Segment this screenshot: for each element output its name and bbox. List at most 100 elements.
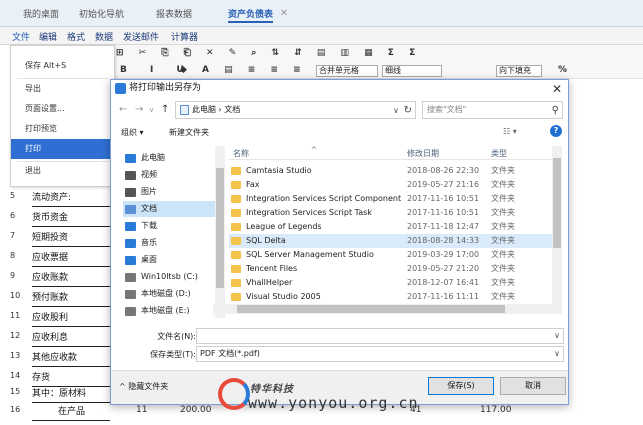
menu-file[interactable]: 文件 — [12, 30, 30, 43]
nav-item[interactable]: 本地磁盘 (D:) — [123, 286, 215, 302]
row-label[interactable]: 货币资金 — [32, 210, 110, 227]
nav-item[interactable]: 此电脑 — [123, 150, 215, 166]
fill-select[interactable]: 向下填充 — [496, 65, 542, 77]
forward-arrow-icon[interactable]: → — [135, 104, 143, 115]
close-icon[interactable]: ✕ — [552, 81, 562, 98]
file-date: 2017-11-18 12:47 — [407, 222, 480, 231]
percent-button[interactable]: % — [558, 65, 567, 75]
up-arrow-icon[interactable]: ↑ — [161, 104, 169, 115]
tab-init-nav[interactable]: 初始化导航 — [79, 7, 124, 23]
menu-item-print-preview[interactable]: 打印预览 — [11, 119, 114, 139]
file-type: 文件夹 — [491, 250, 515, 259]
nav-item[interactable]: 文档 — [123, 201, 215, 217]
menu-item-print[interactable]: 打印 — [11, 139, 114, 159]
row-label[interactable]: 应收票据 — [32, 250, 110, 267]
file-list-scrollbar[interactable] — [552, 146, 562, 304]
file-name: Integration Services Script Component — [246, 194, 402, 203]
row-label[interactable]: 存货 — [32, 370, 110, 387]
search-icon[interactable]: ⚲ — [552, 103, 559, 119]
folder-icon — [231, 209, 241, 217]
view-options-icon[interactable]: ☷ ▾ — [503, 127, 517, 136]
nav-item[interactable]: 音乐 — [123, 235, 215, 251]
dialog-title: 将打印输出另存为 — [129, 83, 202, 93]
new-folder-button[interactable]: 新建文件夹 — [169, 127, 209, 138]
file-row[interactable]: Tencent Files 2019-05-27 21:20 文件夹 — [229, 262, 552, 276]
menu-edit[interactable]: 编辑 — [39, 30, 57, 43]
merge-cells-select[interactable]: 合并单元格 — [316, 65, 378, 77]
row-label[interactable]: 在产品 — [32, 404, 110, 421]
file-name: Fax — [246, 180, 260, 189]
nav-item[interactable]: 图片 — [123, 184, 215, 200]
file-row[interactable]: VhallHelper 2018-12-07 16:41 文件夹 — [229, 276, 552, 290]
hide-folders-toggle[interactable]: ^ 隐藏文件夹 — [119, 381, 168, 392]
refresh-icon[interactable]: ↻ — [404, 103, 412, 119]
tab-balance-sheet[interactable]: 资产负债表 — [228, 7, 274, 23]
nav-item[interactable]: 本地磁盘 (E:) — [123, 303, 215, 319]
file-row[interactable]: SQL Server Management Studio 2019-03-29 1… — [229, 248, 552, 262]
row-label[interactable]: 流动资产: — [32, 190, 110, 207]
menu-send-mail[interactable]: 发送邮件 — [123, 30, 159, 43]
scrollbar-thumb[interactable] — [216, 168, 224, 288]
save-as-dialog: 将打印输出另存为 ✕ ← → ∨ ↑ 此电脑 › 文档 ∨ ↻ 搜索"文档" ⚲… — [110, 79, 569, 405]
file-row[interactable]: Visual Studio 2005 2017-11-16 11:11 文件夹 — [229, 290, 552, 304]
chevron-down-icon[interactable]: ∨ — [149, 106, 154, 114]
close-tab-icon[interactable]: ✕ — [279, 9, 289, 19]
filename-input[interactable]: ∨ — [196, 328, 564, 344]
file-row[interactable]: Fax 2019-05-27 21:16 文件夹 — [229, 178, 552, 192]
cell-value[interactable]: 11 — [136, 405, 147, 415]
toolbar-align-icons: ◆ A ▤ ≡ ≡ ≡ — [180, 65, 307, 75]
folder-icon — [231, 251, 241, 259]
menu-format[interactable]: 格式 — [67, 30, 85, 43]
address-bar[interactable]: 此电脑 › 文档 ∨ ↻ — [175, 101, 416, 119]
file-row[interactable]: SQL Delta 2018-08-28 14:33 文件夹 — [229, 234, 552, 248]
row-label[interactable]: 预付账款 — [32, 290, 110, 307]
menu-data[interactable]: 数据 — [95, 30, 113, 43]
menu-item-page-setup[interactable]: 页面设置... — [11, 99, 114, 119]
file-list-header: 名称 ^ 修改日期 类型 — [229, 146, 562, 160]
column-date[interactable]: 修改日期 — [407, 148, 439, 159]
scrollbar-thumb[interactable] — [553, 158, 561, 248]
help-icon[interactable]: ? — [550, 125, 562, 137]
search-input[interactable]: 搜索"文档" ⚲ — [422, 101, 563, 119]
menu-item-export[interactable]: 导出 — [11, 79, 114, 99]
row-label[interactable]: 应收账款 — [32, 270, 110, 287]
save-button[interactable]: 保存(S) — [428, 377, 494, 395]
file-row[interactable]: League of Legends 2017-11-18 12:47 文件夹 — [229, 220, 552, 234]
row-label[interactable]: 其他应收款 — [32, 350, 110, 367]
horizontal-scrollbar[interactable] — [213, 304, 562, 314]
chevron-down-icon[interactable]: ∨ — [393, 103, 399, 119]
row-label[interactable]: 应收股利 — [32, 310, 110, 327]
nav-item[interactable]: 视频 — [123, 167, 215, 183]
cell-value[interactable]: 117.00 — [480, 405, 512, 415]
tab-report-data[interactable]: 报表数据 — [156, 7, 192, 23]
savetype-value: PDF 文档(*.pdf) — [200, 349, 260, 358]
tab-my-desktop[interactable]: 我的桌面 — [23, 7, 59, 23]
menu-item-exit[interactable]: 退出 — [11, 161, 114, 181]
organize-button[interactable]: 组织 ▾ — [121, 127, 144, 138]
row-label[interactable]: 其中：原材料 — [32, 386, 110, 403]
nav-item[interactable]: 下载 — [123, 218, 215, 234]
picture-icon — [125, 188, 136, 197]
file-date: 2017-11-16 10:51 — [407, 208, 480, 217]
back-arrow-icon[interactable]: ← — [119, 104, 127, 115]
menu-calculator[interactable]: 计算器 — [171, 30, 198, 43]
scrollbar-thumb[interactable] — [237, 305, 505, 313]
menu-item-save[interactable]: 保存 Alt+S — [11, 56, 114, 76]
chevron-down-icon[interactable]: ∨ — [554, 329, 560, 343]
nav-item[interactable]: 桌面 — [123, 252, 215, 268]
nav-item-label: 视频 — [141, 170, 157, 179]
savetype-select[interactable]: PDF 文档(*.pdf) ∨ — [196, 346, 564, 362]
file-row[interactable]: Integration Services Script Task 2017-11-… — [229, 206, 552, 220]
chevron-down-icon[interactable]: ∨ — [554, 347, 560, 361]
row-label[interactable]: 短期投资 — [32, 230, 110, 247]
nav-item[interactable]: Win10ltsb (C:) — [123, 269, 215, 285]
column-type[interactable]: 类型 — [491, 148, 507, 159]
border-select[interactable]: 细线 — [382, 65, 442, 77]
row-label[interactable]: 应收利息 — [32, 330, 110, 347]
nav-scrollbar[interactable] — [215, 146, 225, 318]
column-name[interactable]: 名称 — [233, 148, 249, 159]
file-row[interactable]: Integration Services Script Component 201… — [229, 192, 552, 206]
cancel-button[interactable]: 取消 — [500, 377, 566, 395]
cell-value[interactable]: 200.00 — [180, 405, 212, 415]
file-row[interactable]: Camtasia Studio 2018-08-26 22:30 文件夹 — [229, 164, 552, 178]
